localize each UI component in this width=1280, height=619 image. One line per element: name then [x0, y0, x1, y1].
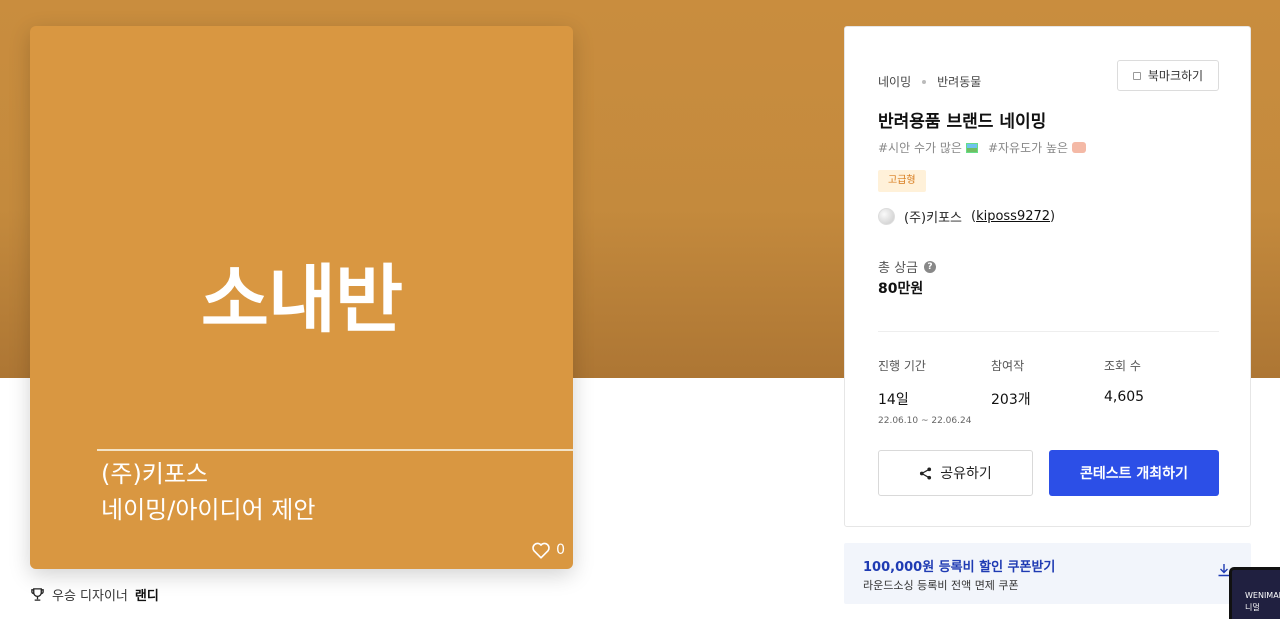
- stat-value: 14일: [878, 392, 909, 408]
- picture-emoji-icon: [965, 142, 978, 153]
- mini-line1: WENIMAL: [1245, 591, 1280, 600]
- tag-item: #자유도가 높은: [987, 139, 1087, 156]
- breadcrumb-separator: [922, 79, 927, 84]
- avatar: [878, 208, 895, 225]
- floating-preview-widget[interactable]: WENIMAL 니멀: [1229, 567, 1280, 619]
- bookmark-label: 북마크하기: [1147, 69, 1204, 83]
- hands-emoji-icon: [1072, 142, 1087, 153]
- stat-entries: 참여작 203개: [991, 357, 1031, 409]
- stat-value: 4,605: [1104, 389, 1145, 405]
- divider: [878, 331, 1219, 332]
- coupon-title: 100,000원 등록비 할인 쿠폰받기: [863, 560, 1056, 575]
- contest-info-card: 네이밍 반려동물 북마크하기 반려용품 브랜드 네이밍 #시안 수가 많은 #자…: [844, 26, 1251, 527]
- bookmark-icon: [1132, 71, 1141, 80]
- designer-label: 우승 디자이너: [52, 589, 128, 604]
- breadcrumb: 네이밍 반려동물: [878, 73, 981, 90]
- coupon-description: 라운드소싱 등록비 전액 면제 쿠폰: [863, 579, 1019, 592]
- mini-line2: 니멀: [1245, 603, 1260, 612]
- tag-label: #시안 수가 많은: [878, 141, 962, 155]
- company-id-wrap: (kiposs9272): [970, 209, 1056, 224]
- stat-label: 참여작: [991, 359, 1025, 373]
- bookmark-button[interactable]: 북마크하기: [1117, 60, 1219, 91]
- prize-label: 총 상금 ?: [878, 257, 937, 276]
- company-name: (주)키포스: [904, 211, 962, 226]
- contest-title: 반려용품 브랜드 네이밍: [878, 112, 1047, 132]
- tag-item: #시안 수가 많은: [878, 139, 978, 156]
- stat-label: 진행 기간: [878, 359, 926, 373]
- winning-designer: 우승 디자이너 랜디: [30, 585, 159, 604]
- thumbnail-subtitle-line2: 네이밍/아이디어 제안: [101, 496, 316, 524]
- company-id-link[interactable]: kiposs9272: [976, 209, 1050, 224]
- tag-label: #자유도가 높은: [987, 141, 1069, 155]
- thumbnail-divider: [97, 449, 573, 451]
- heart-icon: [532, 542, 550, 559]
- thumbnail-subtitle-line1: (주)키포스: [101, 460, 209, 488]
- contest-thumbnail[interactable]: 소내반 (주)키포스 네이밍/아이디어 제안 0: [30, 26, 573, 569]
- host-company: (주)키포스 (kiposs9272): [878, 207, 1055, 226]
- contest-tags: #시안 수가 많은 #자유도가 높은: [878, 139, 1087, 156]
- like-count: 0: [556, 542, 565, 558]
- designer-name[interactable]: 랜디: [135, 585, 159, 604]
- stat-views: 조회 수 4,605: [1104, 357, 1144, 405]
- stat-date-range: 22.06.10 ~ 22.06.24: [878, 416, 972, 426]
- breadcrumb-category[interactable]: 네이밍: [878, 73, 911, 90]
- prize-label-text: 총 상금: [878, 261, 919, 276]
- stat-value: 203개: [991, 392, 1031, 408]
- coupon-banner[interactable]: 100,000원 등록비 할인 쿠폰받기 라운드소싱 등록비 전액 면제 쿠폰: [844, 543, 1251, 604]
- help-icon[interactable]: ?: [924, 260, 937, 273]
- trophy-icon: [31, 588, 44, 601]
- stat-label: 조회 수: [1104, 359, 1141, 373]
- share-icon: [920, 466, 932, 480]
- thumbnail-subtitle: (주)키포스 네이밍/아이디어 제안: [101, 456, 315, 528]
- prize-value: 80만원: [878, 281, 924, 297]
- thumbnail-title: 소내반: [200, 257, 403, 343]
- share-label: 공유하기: [940, 466, 992, 482]
- host-contest-button[interactable]: 콘테스트 개최하기: [1049, 450, 1219, 496]
- tier-badge: 고급형: [878, 170, 926, 192]
- like-button[interactable]: 0: [531, 541, 565, 559]
- breadcrumb-subcategory[interactable]: 반려동물: [937, 73, 981, 90]
- share-button[interactable]: 공유하기: [878, 450, 1033, 496]
- stat-duration: 진행 기간 14일 22.06.10 ~ 22.06.24: [878, 357, 971, 426]
